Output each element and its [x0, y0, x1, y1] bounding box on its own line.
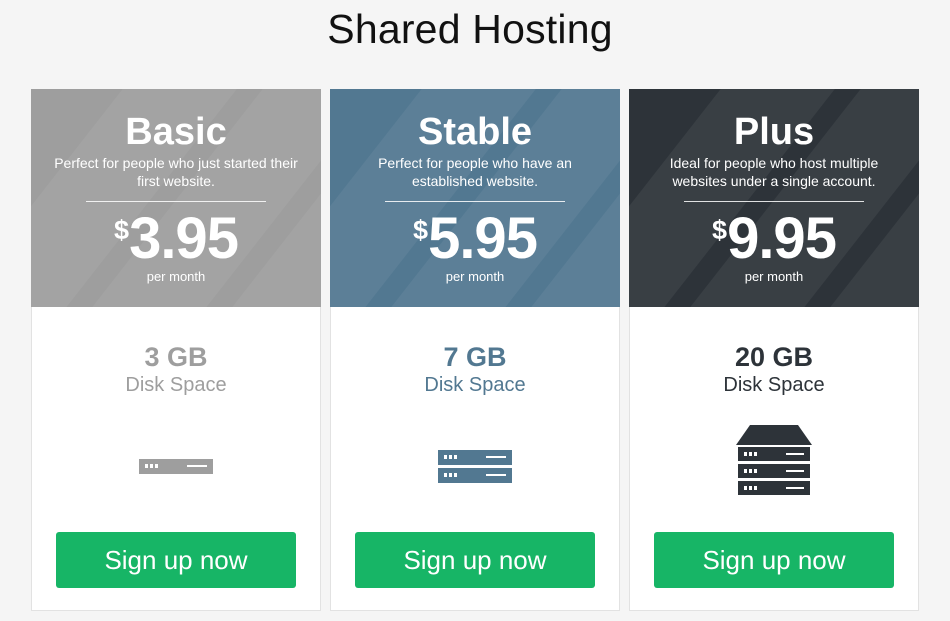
plan-card-stable: Stable Perfect for people who have an es… [330, 89, 620, 611]
page-title: Shared Hosting [327, 6, 613, 52]
plan-card-basic: Basic Perfect for people who just starte… [31, 89, 321, 611]
price-period: per month [146, 269, 206, 284]
price-amount: 3.95 [129, 206, 239, 271]
currency-symbol: $ [413, 215, 429, 245]
divider [385, 201, 565, 202]
server-icon [630, 425, 918, 497]
divider [684, 201, 864, 202]
disk-amount: 20 GB [734, 342, 814, 372]
disk-amount: 3 GB [144, 342, 208, 372]
plan-header: Basic Perfect for people who just starte… [31, 89, 321, 307]
plan-card-plus: Plus Ideal for people who host multiple … [629, 89, 919, 611]
disk-label: Disk Space [424, 374, 526, 396]
sign-up-button[interactable]: Sign up now [355, 532, 595, 588]
server-icon [331, 450, 619, 484]
price-period: per month [445, 269, 505, 284]
plan-name: Plus [733, 111, 815, 153]
price-amount: 5.95 [428, 206, 538, 271]
plan-description: Perfect for people who have an establish… [378, 155, 572, 189]
disk-label: Disk Space [125, 374, 227, 396]
sign-up-button[interactable]: Sign up now [654, 532, 894, 588]
plan-price: $3.95 [31, 205, 321, 272]
plan-price: $5.95 [330, 205, 620, 272]
server-icon [32, 459, 320, 475]
plan-header: Plus Ideal for people who host multiple … [629, 89, 919, 307]
disk-amount: 7 GB [443, 342, 507, 372]
divider [86, 201, 266, 202]
plan-description: Perfect for people who just started thei… [54, 155, 298, 189]
disk-label: Disk Space [723, 374, 825, 396]
plan-price: $9.95 [629, 205, 919, 272]
currency-symbol: $ [712, 215, 728, 245]
price-period: per month [744, 269, 804, 284]
sign-up-button[interactable]: Sign up now [56, 532, 296, 588]
plan-header: Stable Perfect for people who have an es… [330, 89, 620, 307]
currency-symbol: $ [114, 215, 130, 245]
plan-name: Stable [417, 111, 533, 153]
plan-description: Ideal for people who host multiple websi… [669, 155, 879, 189]
price-amount: 9.95 [727, 206, 837, 271]
plan-name: Basic [125, 111, 227, 153]
